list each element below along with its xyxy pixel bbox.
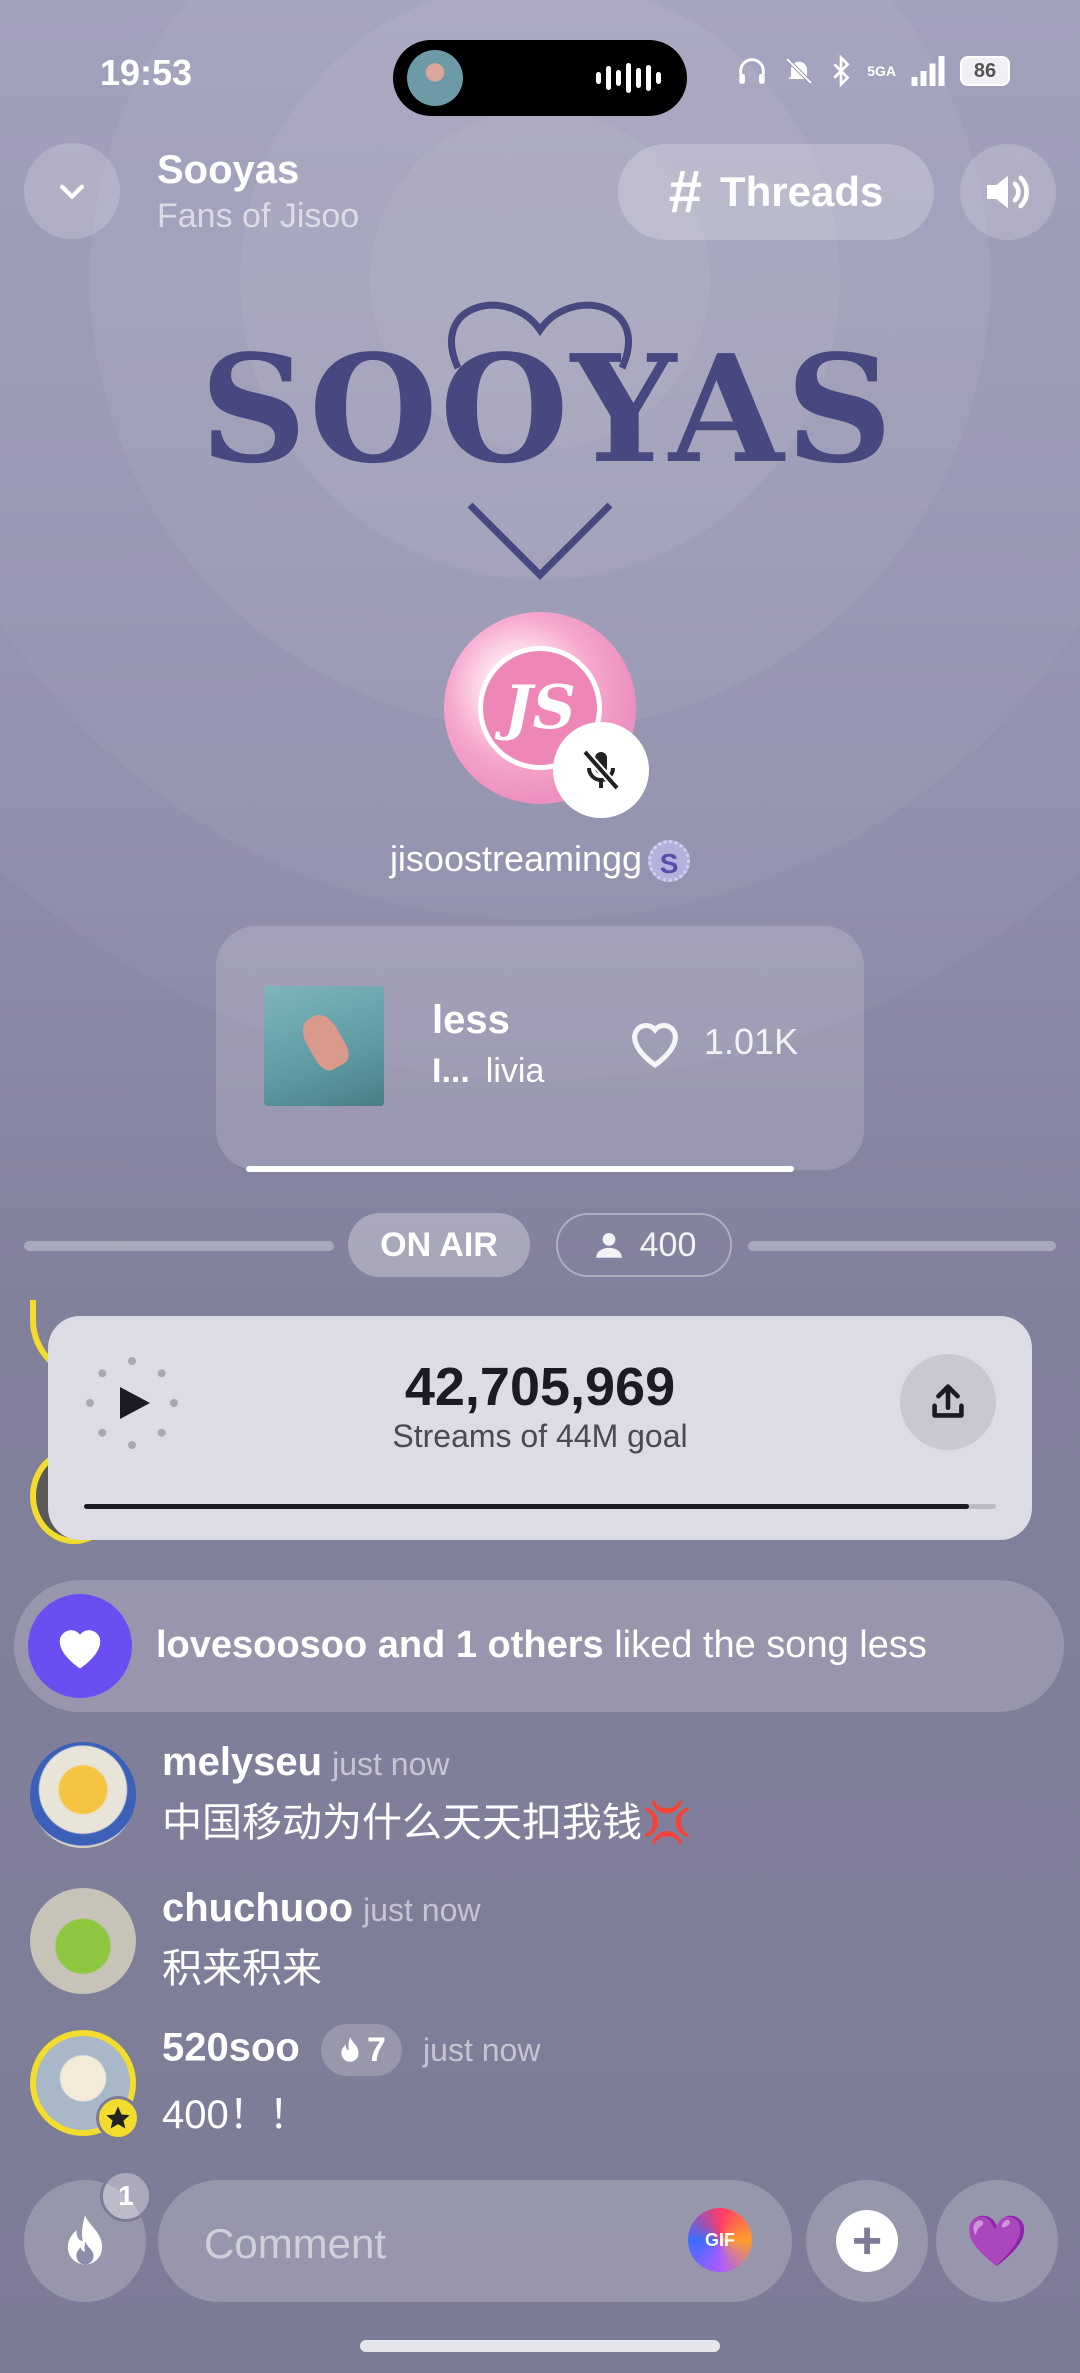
comment-placeholder: Comment	[204, 2220, 387, 2267]
plus-icon: +	[836, 2210, 898, 2272]
chat-username[interactable]: chuchuoo	[162, 1886, 353, 1930]
logo-text: SOOYAS	[200, 322, 895, 496]
anger-emoji: 💢	[642, 1801, 692, 1845]
threads-label: Threads	[719, 168, 884, 215]
waveform-icon	[596, 62, 661, 94]
volume-button[interactable]	[960, 144, 1056, 240]
dynamic-island[interactable]	[393, 40, 687, 116]
chevron-down-icon	[59, 184, 85, 199]
battery-icon: 86	[960, 56, 1010, 86]
island-album-art	[407, 50, 463, 106]
mic-off-icon	[582, 749, 620, 791]
listener-count-value: 400	[639, 1225, 697, 1264]
album-art	[264, 986, 384, 1106]
stream-goal-progress-fill	[84, 1504, 969, 1509]
song-artist: livia	[485, 1052, 545, 1090]
now-playing-card[interactable]: less I... livia 1.01K	[216, 926, 864, 1172]
room-title: Sooyas	[157, 148, 300, 192]
like-notification-users: lovesoosoo and 1 others	[156, 1624, 604, 1666]
person-icon	[595, 1232, 622, 1258]
fire-icon	[341, 2037, 359, 2062]
status-bar: 19:53 5GA 86	[0, 40, 1080, 116]
threads-button[interactable]: # Threads	[618, 144, 934, 240]
home-indicator[interactable]	[360, 2340, 720, 2352]
heart-filled-icon	[59, 1630, 101, 1669]
chat-username-row: 520soo 7 just now	[162, 2024, 540, 2076]
chat-username-row: melyseu just now	[162, 1740, 450, 1785]
chat-username-row: chuchuoo just now	[162, 1886, 480, 1931]
purple-heart-icon: 💜	[965, 2213, 1029, 2269]
fire-level-badge: 7	[320, 2024, 402, 2076]
collapse-button[interactable]	[24, 143, 120, 239]
comment-input[interactable]: Comment GIF	[158, 2180, 792, 2302]
send-heart-button[interactable]: 💜	[936, 2180, 1058, 2302]
star-badge-icon	[96, 2096, 140, 2140]
like-notification-rest: liked the song less	[603, 1624, 927, 1666]
chat-time: just now	[423, 2031, 541, 2068]
bell-muted-icon	[785, 57, 813, 85]
stream-goal-progress	[84, 1504, 996, 1509]
like-notification-text: lovesoosoo and 1 others liked the song l…	[156, 1624, 927, 1667]
fire-count-badge: 1	[100, 2170, 152, 2222]
gif-button[interactable]: GIF	[688, 2208, 752, 2272]
song-artist-row: I... livia	[432, 1052, 544, 1091]
song-title: less	[432, 998, 510, 1042]
add-button[interactable]: +	[806, 2180, 928, 2302]
chat-text-row: 中国移动为什么天天扣我钱💢	[162, 1790, 692, 1848]
signal-icon	[911, 56, 945, 86]
room-logo: SOOYAS	[200, 290, 895, 590]
like-song-button[interactable]: 1.01K	[624, 1014, 798, 1070]
streams-goal-card: 42,705,969 Streams of 44M goal	[48, 1316, 1032, 1540]
heart-outline-icon	[632, 1023, 678, 1068]
divider-line	[24, 1241, 334, 1251]
muted-badge	[553, 722, 649, 818]
headphones-icon	[739, 58, 765, 84]
chat-text: 400！！	[162, 2093, 309, 2137]
like-notification: lovesoosoo and 1 others liked the song l…	[14, 1580, 1064, 1712]
fire-icon	[67, 2215, 103, 2265]
avatar[interactable]	[30, 1742, 136, 1848]
host-username: jisoostreamingg	[389, 838, 643, 879]
signal-label: 5GA	[867, 63, 896, 79]
verified-badge-icon: S	[648, 840, 691, 883]
chat-text: 中国移动为什么天天扣我钱	[162, 1801, 642, 1845]
chat-time: just now	[332, 1746, 450, 1782]
chat-username[interactable]: melyseu	[162, 1740, 322, 1784]
fire-level: 7	[366, 2030, 386, 2069]
status-icons: 5GA 86	[735, 54, 1010, 88]
speaker-icon	[987, 175, 1029, 209]
room-subtitle: Fans of Jisoo	[157, 197, 360, 235]
on-air-badge: ON AIR	[348, 1213, 530, 1277]
bluetooth-icon	[833, 55, 850, 87]
stream-count: 42,705,969	[404, 1357, 676, 1417]
hash-icon: #	[668, 158, 702, 225]
avatar[interactable]	[30, 1888, 136, 1994]
host-name[interactable]: jisoostreamingg S	[0, 838, 1080, 883]
divider-line	[748, 1241, 1056, 1251]
heart-badge	[28, 1594, 132, 1698]
status-time: 19:53	[100, 52, 193, 93]
chat-time: just now	[363, 1892, 481, 1928]
listener-count[interactable]: 400	[556, 1213, 732, 1277]
chat-username[interactable]: 520soo	[162, 2026, 300, 2070]
like-count: 1.01K	[704, 1021, 799, 1062]
share-button[interactable]	[900, 1354, 996, 1450]
song-progress-bar	[246, 1166, 794, 1172]
stream-goal-label: Streams of 44M goal	[392, 1418, 688, 1454]
share-icon	[932, 1384, 964, 1418]
equalizer-icon: I...	[432, 1052, 470, 1090]
chat-text: 积来积来	[162, 1947, 322, 1991]
